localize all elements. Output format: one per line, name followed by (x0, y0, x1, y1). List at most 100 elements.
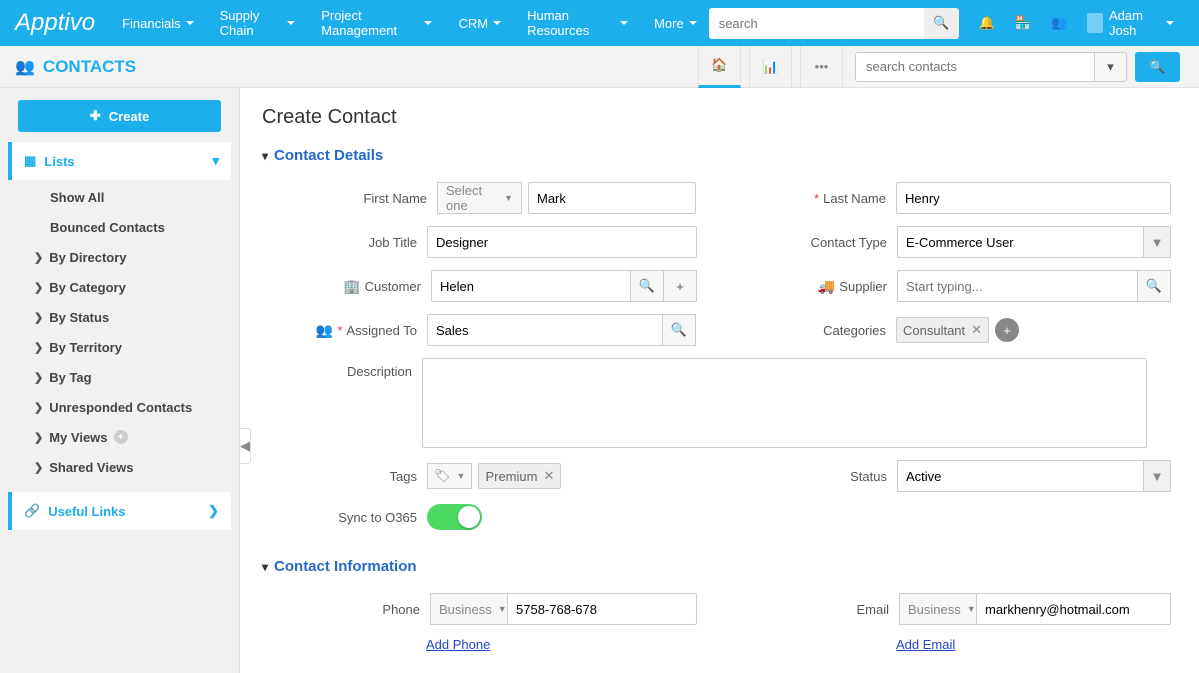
caret-down-icon: ▼ (504, 193, 513, 203)
first-name-input[interactable] (528, 182, 696, 214)
customer-search-button[interactable]: 🔍 (630, 270, 664, 302)
more-icon[interactable]: ••• (800, 46, 843, 88)
label-last-name: *Last Name (736, 191, 896, 206)
create-button[interactable]: ✚ Create (18, 100, 221, 132)
sub-search-input[interactable] (855, 52, 1095, 82)
sidebar-lists-header[interactable]: ▦Lists ▾ (8, 142, 231, 180)
section-contact-info: ▾ Contact Information Phone Business▼ Em… (262, 558, 1171, 652)
plus-icon: ✚ (90, 108, 101, 124)
label-supplier: 🚚Supplier (737, 278, 897, 295)
people-icon[interactable]: 👥 (1051, 15, 1067, 31)
sidebar-item-unresponded[interactable]: ❯Unresponded Contacts (8, 392, 231, 422)
menu-more[interactable]: More (642, 8, 709, 38)
avatar (1087, 13, 1103, 33)
assigned-to-input[interactable] (427, 314, 663, 346)
sidebar-item-shared-views[interactable]: ❯Shared Views (8, 452, 231, 482)
sub-search-dropdown[interactable]: ▾ (1095, 52, 1127, 82)
category-tag: Consultant✕ (896, 317, 989, 343)
chevron-down-icon: ▾ (212, 153, 219, 169)
supplier-search-button[interactable]: 🔍 (1137, 270, 1171, 302)
top-search: 🔍 (709, 8, 959, 39)
sidebar-useful-links[interactable]: 🔗Useful Links ❯ (8, 492, 231, 530)
salutation-select[interactable]: Select one▼ (437, 182, 522, 214)
remove-tag-icon[interactable]: ✕ (971, 322, 982, 338)
sidebar-item-my-views[interactable]: ❯My Views+ (8, 422, 231, 452)
sidebar-item-by-territory[interactable]: ❯By Territory (8, 332, 231, 362)
phone-input[interactable] (507, 593, 697, 625)
chevron-right-icon: ❯ (34, 251, 43, 264)
user-name: Adam Josh (1109, 8, 1160, 38)
menu-hr[interactable]: Human Resources (515, 8, 640, 38)
sidebar-item-by-directory[interactable]: ❯By Directory (8, 242, 231, 272)
chevron-right-icon: ❯ (34, 281, 43, 294)
description-textarea[interactable] (422, 358, 1147, 448)
customer-add-button[interactable]: + (663, 270, 697, 302)
brand-logo[interactable]: Apptivo (10, 9, 110, 37)
caret-down-icon: ▼ (498, 604, 507, 614)
sidebar-item-show-all[interactable]: Show All (8, 182, 231, 212)
last-name-input[interactable] (896, 182, 1171, 214)
sub-search-button[interactable]: 🔍 (1135, 52, 1180, 82)
top-search-button[interactable]: 🔍 (924, 8, 959, 39)
search-icon: 🔍 (1149, 59, 1165, 75)
chevron-down-icon: ▾ (262, 560, 268, 574)
tag-icon: 🏷 (434, 468, 451, 484)
sub-header: 👥 CONTACTS 🏠 📊 ••• ▾ 🔍 (0, 46, 1199, 88)
contact-type-dropdown[interactable]: ▼ (1143, 226, 1171, 258)
phone-type-select[interactable]: Business▼ (430, 593, 508, 625)
label-assigned-to: 👥*Assigned To (267, 322, 427, 339)
add-email-link[interactable]: Add Email (896, 637, 955, 652)
section-head-info[interactable]: ▾ Contact Information (262, 558, 1171, 575)
chevron-down-icon: ▾ (1107, 59, 1114, 75)
section-head-details[interactable]: ▾ Contact Details (262, 147, 1171, 164)
customer-input[interactable] (431, 270, 631, 302)
job-title-input[interactable] (427, 226, 697, 258)
home-icon[interactable]: 🏠 (698, 46, 741, 88)
chevron-right-icon: ❯ (34, 341, 43, 354)
supplier-input[interactable] (897, 270, 1138, 302)
status-select[interactable] (897, 460, 1144, 492)
add-view-icon[interactable]: + (114, 430, 128, 444)
caret-down-icon: ▼ (967, 604, 976, 614)
section-contact-details: ▾ Contact Details First Name Select one▼… (262, 147, 1171, 530)
email-input[interactable] (976, 593, 1171, 625)
sidebar-item-bounced[interactable]: Bounced Contacts (8, 212, 231, 242)
chevron-right-icon: ❯ (34, 401, 43, 414)
remove-tag-icon[interactable]: ✕ (543, 468, 554, 484)
menu-crm[interactable]: CRM (446, 8, 513, 38)
chevron-down-icon: ▾ (262, 149, 268, 163)
caret-down-icon (689, 21, 697, 25)
top-nav: Apptivo Financials Supply Chain Project … (0, 0, 1199, 46)
caret-down-icon: ▼ (457, 471, 466, 481)
label-first-name: First Name (277, 191, 437, 206)
sidebar-collapse-handle[interactable]: ◀ (239, 428, 251, 464)
menu-supply-chain[interactable]: Supply Chain (208, 8, 308, 38)
store-icon[interactable]: 🏪 (1015, 15, 1031, 31)
search-icon: 🔍 (933, 15, 949, 31)
label-description: Description (262, 358, 422, 379)
sidebar-item-by-category[interactable]: ❯By Category (8, 272, 231, 302)
add-category-button[interactable]: + (995, 318, 1019, 342)
grid-icon: ▦ (24, 153, 36, 169)
menu-project-management[interactable]: Project Management (309, 8, 444, 38)
contact-type-select[interactable] (897, 226, 1144, 258)
add-phone-link[interactable]: Add Phone (426, 637, 490, 652)
user-menu[interactable]: Adam Josh (1087, 8, 1174, 38)
menu-financials[interactable]: Financials (110, 8, 206, 38)
top-search-input[interactable] (709, 8, 924, 39)
tag-item: Premium✕ (478, 463, 561, 489)
label-phone: Phone (270, 602, 430, 617)
bell-icon[interactable]: 🔔 (979, 15, 995, 31)
sidebar-item-by-status[interactable]: ❯By Status (8, 302, 231, 332)
sync-toggle[interactable] (427, 504, 482, 530)
assigned-to-search-button[interactable]: 🔍 (662, 314, 696, 346)
email-type-select[interactable]: Business▼ (899, 593, 977, 625)
sidebar-item-by-tag[interactable]: ❯By Tag (8, 362, 231, 392)
chart-icon[interactable]: 📊 (749, 46, 792, 88)
tag-type-button[interactable]: 🏷▼ (427, 463, 472, 489)
status-dropdown[interactable]: ▼ (1143, 460, 1171, 492)
plus-icon: + (676, 279, 684, 294)
chevron-right-icon: ❯ (34, 371, 43, 384)
label-email: Email (739, 602, 899, 617)
chevron-right-icon: ❯ (34, 461, 43, 474)
